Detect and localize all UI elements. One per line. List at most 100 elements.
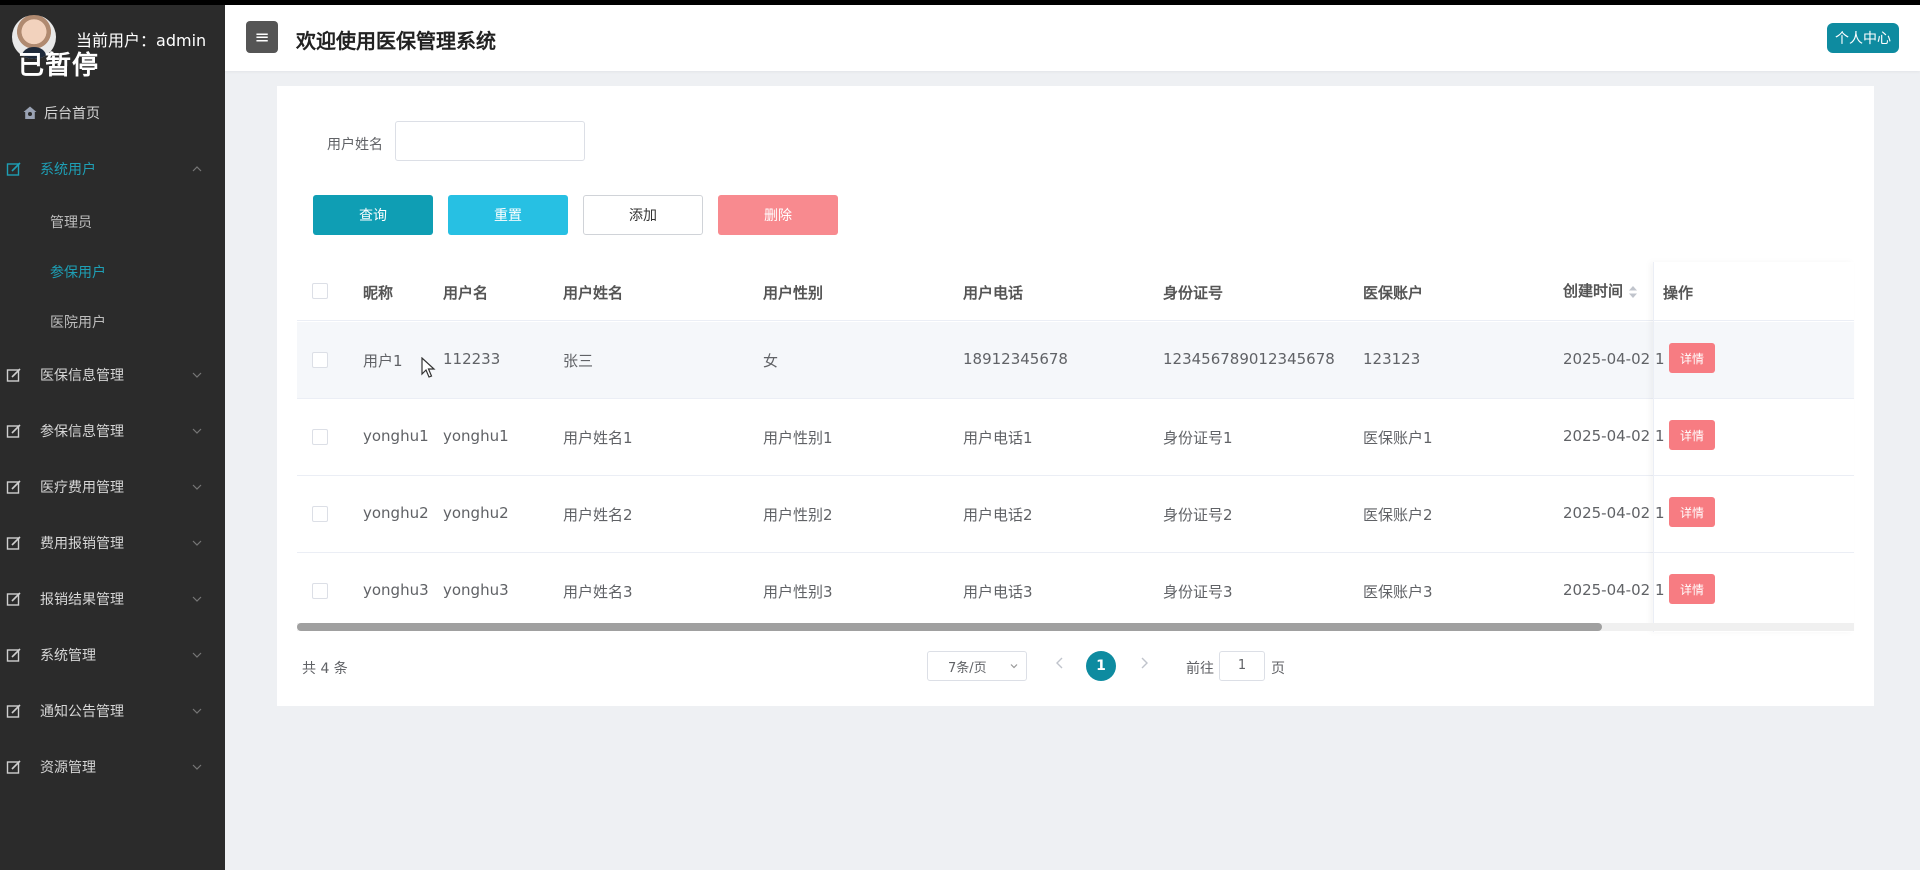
sidebar-item-label: 资源管理 [40, 760, 96, 776]
cell-username: yonghu2 [443, 504, 509, 522]
cell-phone: 用户电话2 [963, 506, 1033, 524]
row-checkbox[interactable] [312, 506, 328, 522]
sidebar-subitem-admin[interactable]: 管理员 [0, 197, 225, 247]
cell-created-time: 2025-04-02 1 [1563, 581, 1665, 599]
edit-icon [6, 424, 21, 438]
select-all-checkbox[interactable] [312, 283, 328, 299]
sidebar-item-label: 通知公告管理 [40, 704, 124, 720]
sidebar: 当前用户：admin 已暂停 后台首页 系统用户 管理员 参保用户 医院用户 医… [0, 5, 225, 870]
sidebar-item-reimbursement[interactable]: 费用报销管理 [0, 515, 225, 571]
menu-toggle-button[interactable]: ≡ [246, 21, 278, 53]
query-button[interactable]: 查询 [313, 195, 433, 235]
cell-nickname: 用户1 [363, 352, 403, 370]
sort-icon[interactable] [1629, 285, 1638, 298]
chevron-down-icon [192, 708, 202, 714]
paused-overlay-text: 已暂停 [18, 51, 100, 81]
main-card: 用户姓名 查询 重置 添加 删除 昵称 用户名 用户姓名 用户性别 用户电话 身… [277, 86, 1874, 706]
cell-name: 用户姓名2 [563, 506, 633, 524]
cell-name: 用户姓名3 [563, 583, 633, 601]
chevron-down-icon [192, 428, 202, 434]
header-username: 用户名 [443, 284, 489, 302]
cell-gender: 用户性别2 [763, 506, 833, 524]
edit-icon [6, 480, 21, 494]
page-size-select[interactable]: 7条/页 [927, 651, 1027, 681]
table-row[interactable]: 用户1 112233 张三 女 18912345678 123456789012… [297, 322, 1854, 399]
row-checkbox[interactable] [312, 429, 328, 445]
page-number-current[interactable]: 1 [1086, 651, 1116, 681]
edit-icon [6, 368, 21, 382]
table-row[interactable]: yonghu3 yonghu3 用户姓名3 用户性别3 用户电话3 身份证号3 … [297, 553, 1854, 630]
sidebar-item-system-users[interactable]: 系统用户 [0, 141, 225, 197]
next-page-icon[interactable] [1139, 657, 1149, 669]
sidebar-item-reimbursement-results[interactable]: 报销结果管理 [0, 571, 225, 627]
sidebar-item-label: 系统用户 [40, 162, 96, 178]
header: ≡ 欢迎使用医保管理系统 个人中心 [225, 5, 1920, 71]
sidebar-item-label: 后台首页 [44, 106, 100, 122]
cell-username: yonghu3 [443, 581, 509, 599]
personal-center-button[interactable]: 个人中心 [1827, 23, 1899, 53]
sidebar-item-label: 报销结果管理 [40, 592, 124, 608]
sidebar-subitem-insured-users[interactable]: 参保用户 [0, 247, 225, 297]
sidebar-item-label: 医保信息管理 [40, 368, 124, 384]
scrollbar-thumb[interactable] [297, 623, 1602, 631]
cell-id-number: 123456789012345678 [1163, 350, 1335, 368]
goto-label: 前往 [1186, 661, 1214, 677]
cell-id-number: 身份证号3 [1163, 583, 1233, 601]
header-created-time[interactable]: 创建时间 [1563, 280, 1638, 301]
chevron-down-icon [192, 484, 202, 490]
reset-button[interactable]: 重置 [448, 195, 568, 235]
header-id-number: 身份证号 [1163, 284, 1224, 302]
header-name: 用户姓名 [563, 284, 624, 302]
table-row[interactable]: yonghu2 yonghu2 用户姓名2 用户性别2 用户电话2 身份证号2 … [297, 476, 1854, 553]
sidebar-nav: 后台首页 系统用户 管理员 参保用户 医院用户 医保信息管理 参保信息管理 医疗… [0, 85, 225, 795]
row-checkbox[interactable] [312, 583, 328, 599]
header-gender: 用户性别 [763, 284, 824, 302]
edit-icon [6, 536, 21, 550]
chevron-down-icon [192, 652, 202, 658]
cell-gender: 用户性别1 [763, 429, 833, 447]
mouse-cursor-icon [421, 357, 436, 378]
cell-insurance-account: 医保账户1 [1363, 429, 1433, 447]
page-title: 欢迎使用医保管理系统 [296, 29, 496, 53]
chevron-down-icon [192, 596, 202, 602]
page-size-value: 7条/页 [948, 660, 987, 676]
chevron-down-icon [1010, 664, 1018, 669]
delete-button[interactable]: 删除 [718, 195, 838, 235]
edit-icon [6, 592, 21, 606]
edit-icon [6, 704, 21, 718]
header-nickname: 昵称 [363, 284, 394, 302]
sidebar-item-notices[interactable]: 通知公告管理 [0, 683, 225, 739]
table-header: 昵称 用户名 用户姓名 用户性别 用户电话 身份证号 医保账户 创建时间 操作 [297, 262, 1854, 321]
chevron-down-icon [192, 372, 202, 378]
sidebar-item-insured-info[interactable]: 参保信息管理 [0, 403, 225, 459]
sidebar-item-medical-expenses[interactable]: 医疗费用管理 [0, 459, 225, 515]
edit-icon [6, 648, 21, 662]
table-row[interactable]: yonghu1 yonghu1 用户姓名1 用户性别1 用户电话1 身份证号1 … [297, 399, 1854, 476]
sidebar-item-label: 医疗费用管理 [40, 480, 124, 496]
cell-insurance-account: 医保账户3 [1363, 583, 1433, 601]
cell-created-time: 2025-04-02 1 [1563, 427, 1665, 445]
users-table: 昵称 用户名 用户姓名 用户性别 用户电话 身份证号 医保账户 创建时间 操作 … [297, 262, 1854, 632]
goto-page-input[interactable]: 1 [1219, 651, 1265, 681]
sidebar-item-medical-insurance-info[interactable]: 医保信息管理 [0, 347, 225, 403]
chevron-down-icon [192, 764, 202, 770]
sidebar-subitem-hospital-users[interactable]: 医院用户 [0, 297, 225, 347]
sidebar-item-system-management[interactable]: 系统管理 [0, 627, 225, 683]
pagination: 共 4 条 7条/页 1 前往 1 页 [277, 646, 1874, 686]
header-created-time-label: 创建时间 [1563, 282, 1624, 300]
cell-id-number: 身份证号1 [1163, 429, 1233, 447]
total-count: 共 4 条 [302, 661, 348, 677]
row-checkbox[interactable] [312, 352, 328, 368]
prev-page-icon[interactable] [1055, 657, 1065, 669]
search-input[interactable] [395, 121, 585, 161]
sidebar-item-resources[interactable]: 资源管理 [0, 739, 225, 795]
cell-created-time: 2025-04-02 1 [1563, 504, 1665, 522]
add-button[interactable]: 添加 [583, 195, 703, 235]
cell-id-number: 身份证号2 [1163, 506, 1233, 524]
horizontal-scrollbar[interactable] [297, 623, 1854, 631]
cell-gender: 女 [763, 352, 779, 370]
sidebar-item-label: 费用报销管理 [40, 536, 124, 552]
cell-name: 张三 [563, 352, 594, 370]
fixed-actions-column [1653, 262, 1854, 632]
sidebar-item-home[interactable]: 后台首页 [0, 85, 225, 141]
